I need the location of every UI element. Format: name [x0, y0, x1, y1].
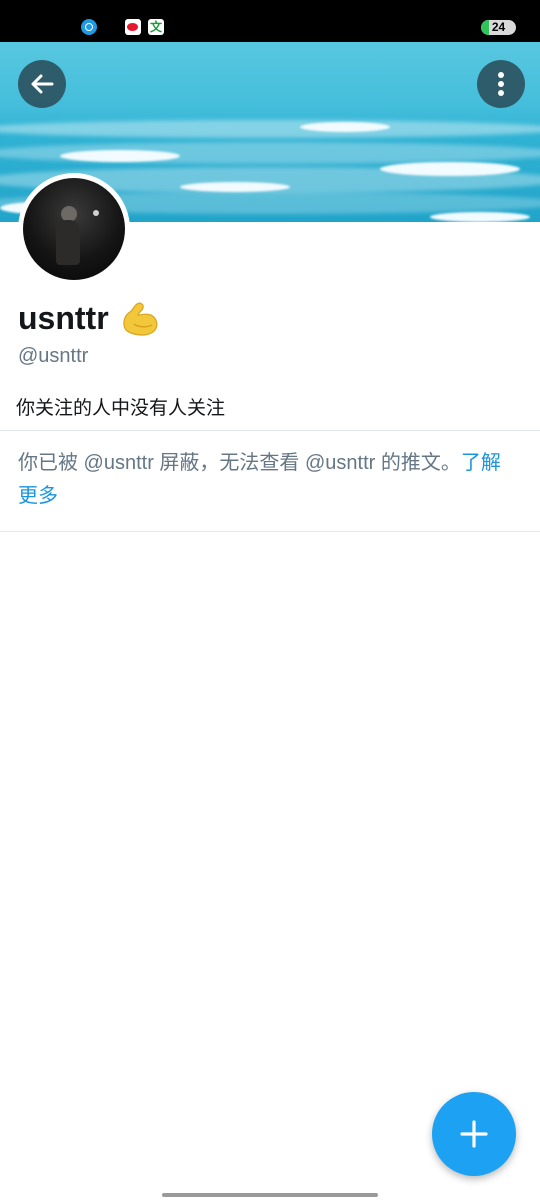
status-bar: 文 24 — [0, 0, 540, 42]
back-button[interactable] — [18, 60, 66, 108]
home-indicator[interactable] — [162, 1193, 378, 1197]
divider — [0, 531, 540, 532]
compose-tweet-button[interactable] — [432, 1092, 516, 1176]
flexed-biceps-icon — [123, 302, 158, 336]
blocked-message-text: 你已被 @usnttr 屏蔽，无法查看 @usnttr 的推文。 — [18, 452, 461, 474]
plus-icon — [460, 1120, 488, 1148]
more-options-button[interactable] — [477, 60, 525, 108]
user-handle: @usnttr — [18, 345, 89, 367]
divider — [0, 430, 540, 431]
battery-level-text: 24 — [491, 20, 506, 34]
display-name: usnttr — [18, 300, 109, 336]
avatar[interactable] — [18, 173, 130, 285]
followers-you-know-note: 你关注的人中没有人关注 — [16, 398, 226, 419]
blocked-message: 你已被 @usnttr 屏蔽，无法查看 @usnttr 的推文。了解更多 — [18, 447, 518, 513]
avatar-image — [23, 178, 125, 280]
wen-icon: 文 — [148, 19, 164, 35]
battery-indicator: 24 — [481, 20, 516, 35]
arrow-left-icon — [31, 74, 54, 94]
weibo-icon — [125, 19, 141, 35]
app-blue-icon — [81, 19, 97, 35]
more-vertical-icon — [498, 72, 504, 96]
